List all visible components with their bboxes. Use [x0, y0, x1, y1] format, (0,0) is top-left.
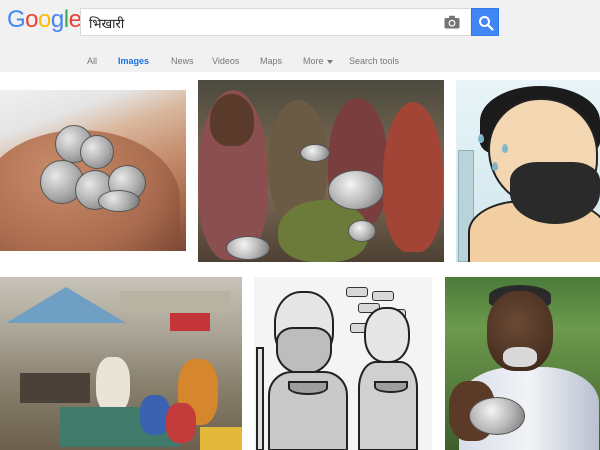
tent-shape: [6, 287, 126, 323]
cartoon-beard-left: [276, 327, 332, 375]
steel-bowl: [300, 144, 330, 162]
tab-more-label: More: [303, 56, 324, 66]
result-image-cartoon-man[interactable]: [456, 80, 600, 262]
logo-letter-1: G: [7, 6, 26, 33]
sweat-drop-icon: [502, 144, 508, 153]
result-image-children-with-bowls[interactable]: [198, 80, 444, 262]
brick: [372, 291, 394, 301]
steel-bowl: [469, 397, 525, 435]
dropdown-caret-icon: [326, 59, 333, 64]
roadside-wall: [120, 291, 230, 313]
begging-bowl: [288, 381, 328, 395]
logo-letter-2: o: [25, 6, 39, 33]
brick: [346, 287, 368, 297]
coin: [98, 190, 140, 212]
cartoon-head-right: [364, 307, 410, 363]
cartoon-beard: [510, 162, 600, 224]
tab-images[interactable]: Images: [118, 56, 149, 66]
begging-bowl: [374, 381, 408, 393]
cartoon-body-right: [358, 361, 418, 450]
steel-bowl: [226, 236, 270, 260]
result-image-coins-in-hand[interactable]: [0, 90, 186, 251]
tab-search-tools[interactable]: Search tools: [349, 56, 399, 66]
tab-more[interactable]: More: [303, 56, 333, 66]
result-image-street-scene[interactable]: [0, 277, 242, 450]
sweat-drop-icon: [478, 134, 484, 143]
child-figure: [383, 102, 443, 252]
search-query-text: भिखारी: [89, 17, 125, 32]
image-results-grid: [0, 72, 600, 450]
red-cloth: [170, 313, 210, 331]
search-header: Google भिखारी: [0, 0, 600, 45]
result-image-cartoon-two-beggars[interactable]: [254, 277, 432, 450]
search-input[interactable]: भिखारी: [80, 8, 470, 36]
sweat-drop-icon: [492, 162, 498, 171]
walking-stick: [256, 347, 264, 450]
search-tabs: All Images News Videos Maps More Search …: [0, 50, 600, 72]
child-figure: [166, 403, 196, 443]
logo-letter-4: g: [50, 6, 64, 33]
child-head: [210, 94, 254, 146]
grey-beard: [503, 347, 537, 367]
tab-videos[interactable]: Videos: [212, 56, 239, 66]
google-logo[interactable]: Google: [7, 6, 82, 34]
sitting-man: [96, 357, 130, 413]
logo-letter-3: o: [38, 6, 51, 33]
steel-bowl: [328, 170, 384, 210]
steel-bowl: [348, 220, 376, 242]
tab-news[interactable]: News: [171, 56, 194, 66]
camera-icon[interactable]: [444, 15, 460, 29]
result-image-old-man-with-bowl[interactable]: [445, 277, 600, 450]
yellow-cloth: [200, 427, 242, 450]
search-button[interactable]: [471, 8, 499, 36]
coin: [80, 135, 114, 169]
cart-shape: [20, 373, 90, 403]
tab-all[interactable]: All: [87, 56, 97, 66]
tab-maps[interactable]: Maps: [260, 56, 282, 66]
